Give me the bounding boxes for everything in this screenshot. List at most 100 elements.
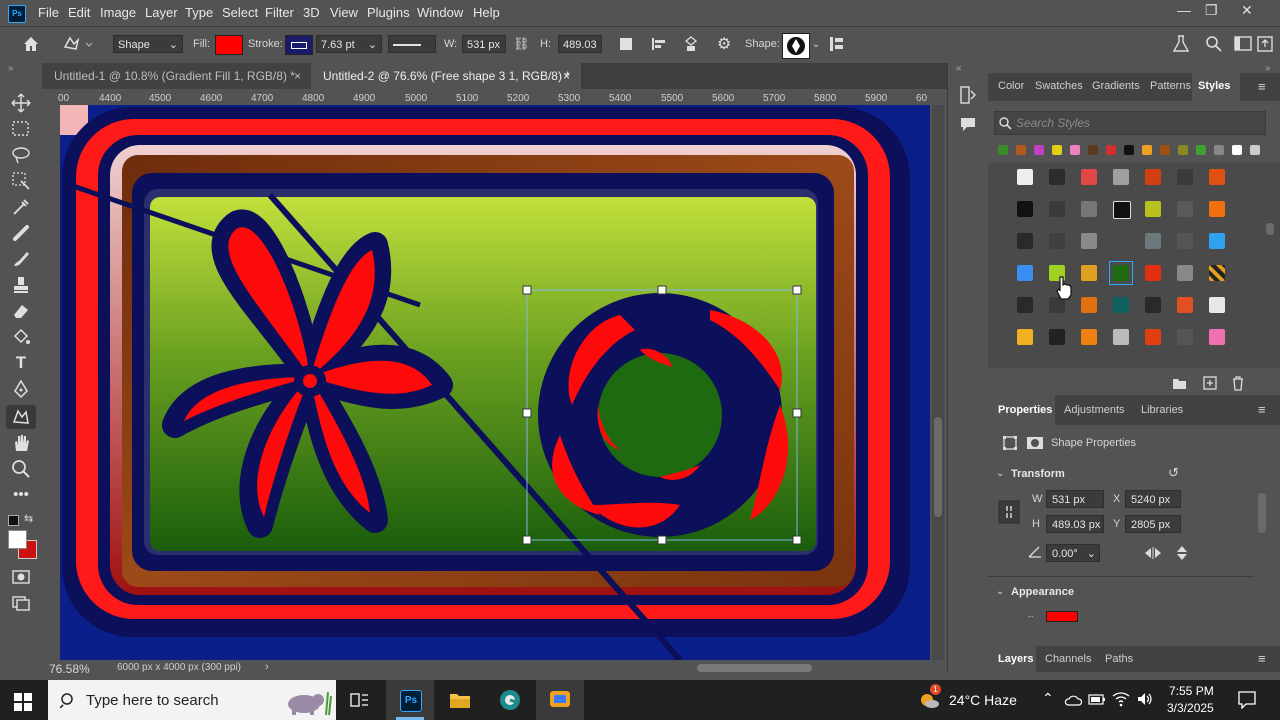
menu-window[interactable]: Window: [417, 5, 463, 20]
style-swatch[interactable]: [1145, 265, 1161, 281]
style-swatch[interactable]: [1017, 233, 1033, 249]
style-swatch[interactable]: [1209, 265, 1225, 281]
style-swatch[interactable]: [1081, 265, 1097, 281]
style-group-swatch[interactable]: [1070, 145, 1080, 155]
menu-3d[interactable]: 3D: [303, 5, 320, 20]
path-operations-icon[interactable]: [620, 38, 632, 50]
brush-tool-icon[interactable]: [10, 248, 32, 270]
style-swatch[interactable]: [1113, 169, 1129, 185]
style-swatch[interactable]: [1113, 297, 1129, 313]
style-swatch[interactable]: [1017, 265, 1033, 281]
style-swatch[interactable]: [1209, 297, 1225, 313]
menu-view[interactable]: View: [330, 5, 358, 20]
trash-icon[interactable]: [1231, 375, 1245, 391]
styles-scrollbar-thumb[interactable]: [1266, 223, 1274, 235]
taskbar-browser[interactable]: [486, 680, 534, 720]
volume-icon[interactable]: [1136, 691, 1154, 707]
path-arrangement-icon[interactable]: [682, 35, 702, 53]
battery-icon[interactable]: [1088, 693, 1106, 707]
angle-field[interactable]: 0.00° ⌄: [1046, 544, 1100, 562]
hand-tool-icon[interactable]: [10, 432, 32, 454]
style-swatch[interactable]: [1017, 297, 1033, 313]
weather-text[interactable]: 24°C Haze: [949, 692, 1017, 708]
tab-paths[interactable]: Paths: [1105, 653, 1133, 665]
close-tab-icon[interactable]: ×: [563, 63, 570, 89]
tab-adjustments[interactable]: Adjustments: [1064, 404, 1125, 416]
height-field[interactable]: 489.03 px: [1046, 515, 1104, 533]
tab-gradients[interactable]: Gradients: [1092, 80, 1140, 92]
style-swatch[interactable]: [1177, 297, 1193, 313]
style-group-swatch[interactable]: [1196, 145, 1206, 155]
style-swatch[interactable]: [1145, 233, 1161, 249]
style-swatch[interactable]: [1177, 233, 1193, 249]
flip-horizontal-icon[interactable]: [1144, 546, 1162, 560]
share-icon[interactable]: [1257, 36, 1277, 52]
search-icon[interactable]: [1205, 35, 1223, 53]
reset-transform-icon[interactable]: ↺: [1168, 465, 1179, 481]
notifications-icon[interactable]: [1238, 691, 1256, 709]
style-swatch[interactable]: [1177, 201, 1193, 217]
cloud-icon[interactable]: [1064, 693, 1082, 707]
tab-styles-active[interactable]: Styles: [1192, 73, 1240, 101]
menu-type[interactable]: Type: [185, 5, 213, 20]
shape-picker-button[interactable]: [782, 33, 810, 59]
panel-menu-icon[interactable]: ≡: [1258, 79, 1266, 94]
workspace-icon[interactable]: [1234, 36, 1254, 52]
default-colors-icon[interactable]: [8, 515, 19, 526]
style-swatch[interactable]: [1049, 329, 1065, 345]
style-swatch[interactable]: [1145, 169, 1161, 185]
home-icon[interactable]: [22, 36, 40, 52]
style-swatch[interactable]: [1209, 201, 1225, 217]
style-swatch[interactable]: [1145, 329, 1161, 345]
clock-date[interactable]: 3/3/2025: [1167, 701, 1214, 715]
tab-color[interactable]: Color: [998, 80, 1024, 92]
tab-patterns[interactable]: Patterns: [1150, 80, 1191, 92]
tab-untitled-1[interactable]: Untitled-1 @ 10.8% (Gradient Fill 1, RGB…: [42, 63, 310, 89]
style-group-swatch[interactable]: [1034, 145, 1044, 155]
x-position-field[interactable]: 5240 px: [1125, 490, 1181, 508]
style-swatch[interactable]: [1081, 169, 1097, 185]
screen-mode-icon[interactable]: [10, 592, 32, 614]
wifi-icon[interactable]: [1112, 691, 1130, 707]
style-swatch[interactable]: [1209, 233, 1225, 249]
style-swatch-selected[interactable]: [1113, 265, 1129, 281]
type-tool-icon[interactable]: T: [10, 352, 32, 374]
eraser-tool-icon[interactable]: [10, 300, 32, 322]
style-swatch[interactable]: [1177, 265, 1193, 281]
style-swatch[interactable]: [1145, 201, 1161, 217]
tab-libraries[interactable]: Libraries: [1141, 404, 1183, 416]
clone-stamp-tool-icon[interactable]: [10, 274, 32, 296]
style-group-swatch[interactable]: [1160, 145, 1170, 155]
collapse-toolbar-icon[interactable]: »: [8, 63, 14, 74]
tab-layers-active[interactable]: Layers: [988, 646, 1036, 672]
custom-shape-tool-icon[interactable]: [62, 35, 92, 53]
style-swatch[interactable]: [1145, 297, 1161, 313]
chevron-down-icon[interactable]: ⌄: [812, 39, 820, 50]
custom-shape-tool-icon[interactable]: [10, 406, 32, 428]
flip-vertical-icon[interactable]: [1175, 545, 1189, 561]
style-group-swatch[interactable]: [1124, 145, 1134, 155]
stroke-color-swatch[interactable]: [285, 35, 313, 55]
style-group-swatch[interactable]: [1250, 145, 1260, 155]
foreground-color-swatch[interactable]: [8, 530, 27, 549]
document-canvas[interactable]: [60, 105, 930, 660]
close-window-button[interactable]: ✕: [1241, 2, 1253, 19]
chevron-right-icon[interactable]: ›: [265, 661, 269, 673]
restore-button[interactable]: ❐: [1205, 2, 1218, 19]
taskbar-search-box[interactable]: Type here to search: [48, 680, 336, 720]
width-field[interactable]: 531 px: [462, 35, 506, 53]
style-group-swatch[interactable]: [998, 145, 1008, 155]
style-swatch[interactable]: [1177, 329, 1193, 345]
tool-mode-select[interactable]: Shape ⌄: [113, 35, 183, 53]
style-swatch[interactable]: [1081, 329, 1097, 345]
style-group-swatch[interactable]: [1016, 145, 1026, 155]
more-tools-icon[interactable]: •••: [10, 484, 32, 506]
style-swatch[interactable]: [1081, 201, 1097, 217]
paint-bucket-tool-icon[interactable]: [10, 326, 32, 348]
clock-time[interactable]: 7:55 PM: [1169, 684, 1214, 698]
style-swatch[interactable]: [1017, 169, 1033, 185]
history-icon[interactable]: [959, 85, 977, 105]
move-tool-icon[interactable]: [10, 92, 32, 114]
link-icon[interactable]: [998, 500, 1020, 524]
lasso-tool-icon[interactable]: [10, 144, 32, 166]
